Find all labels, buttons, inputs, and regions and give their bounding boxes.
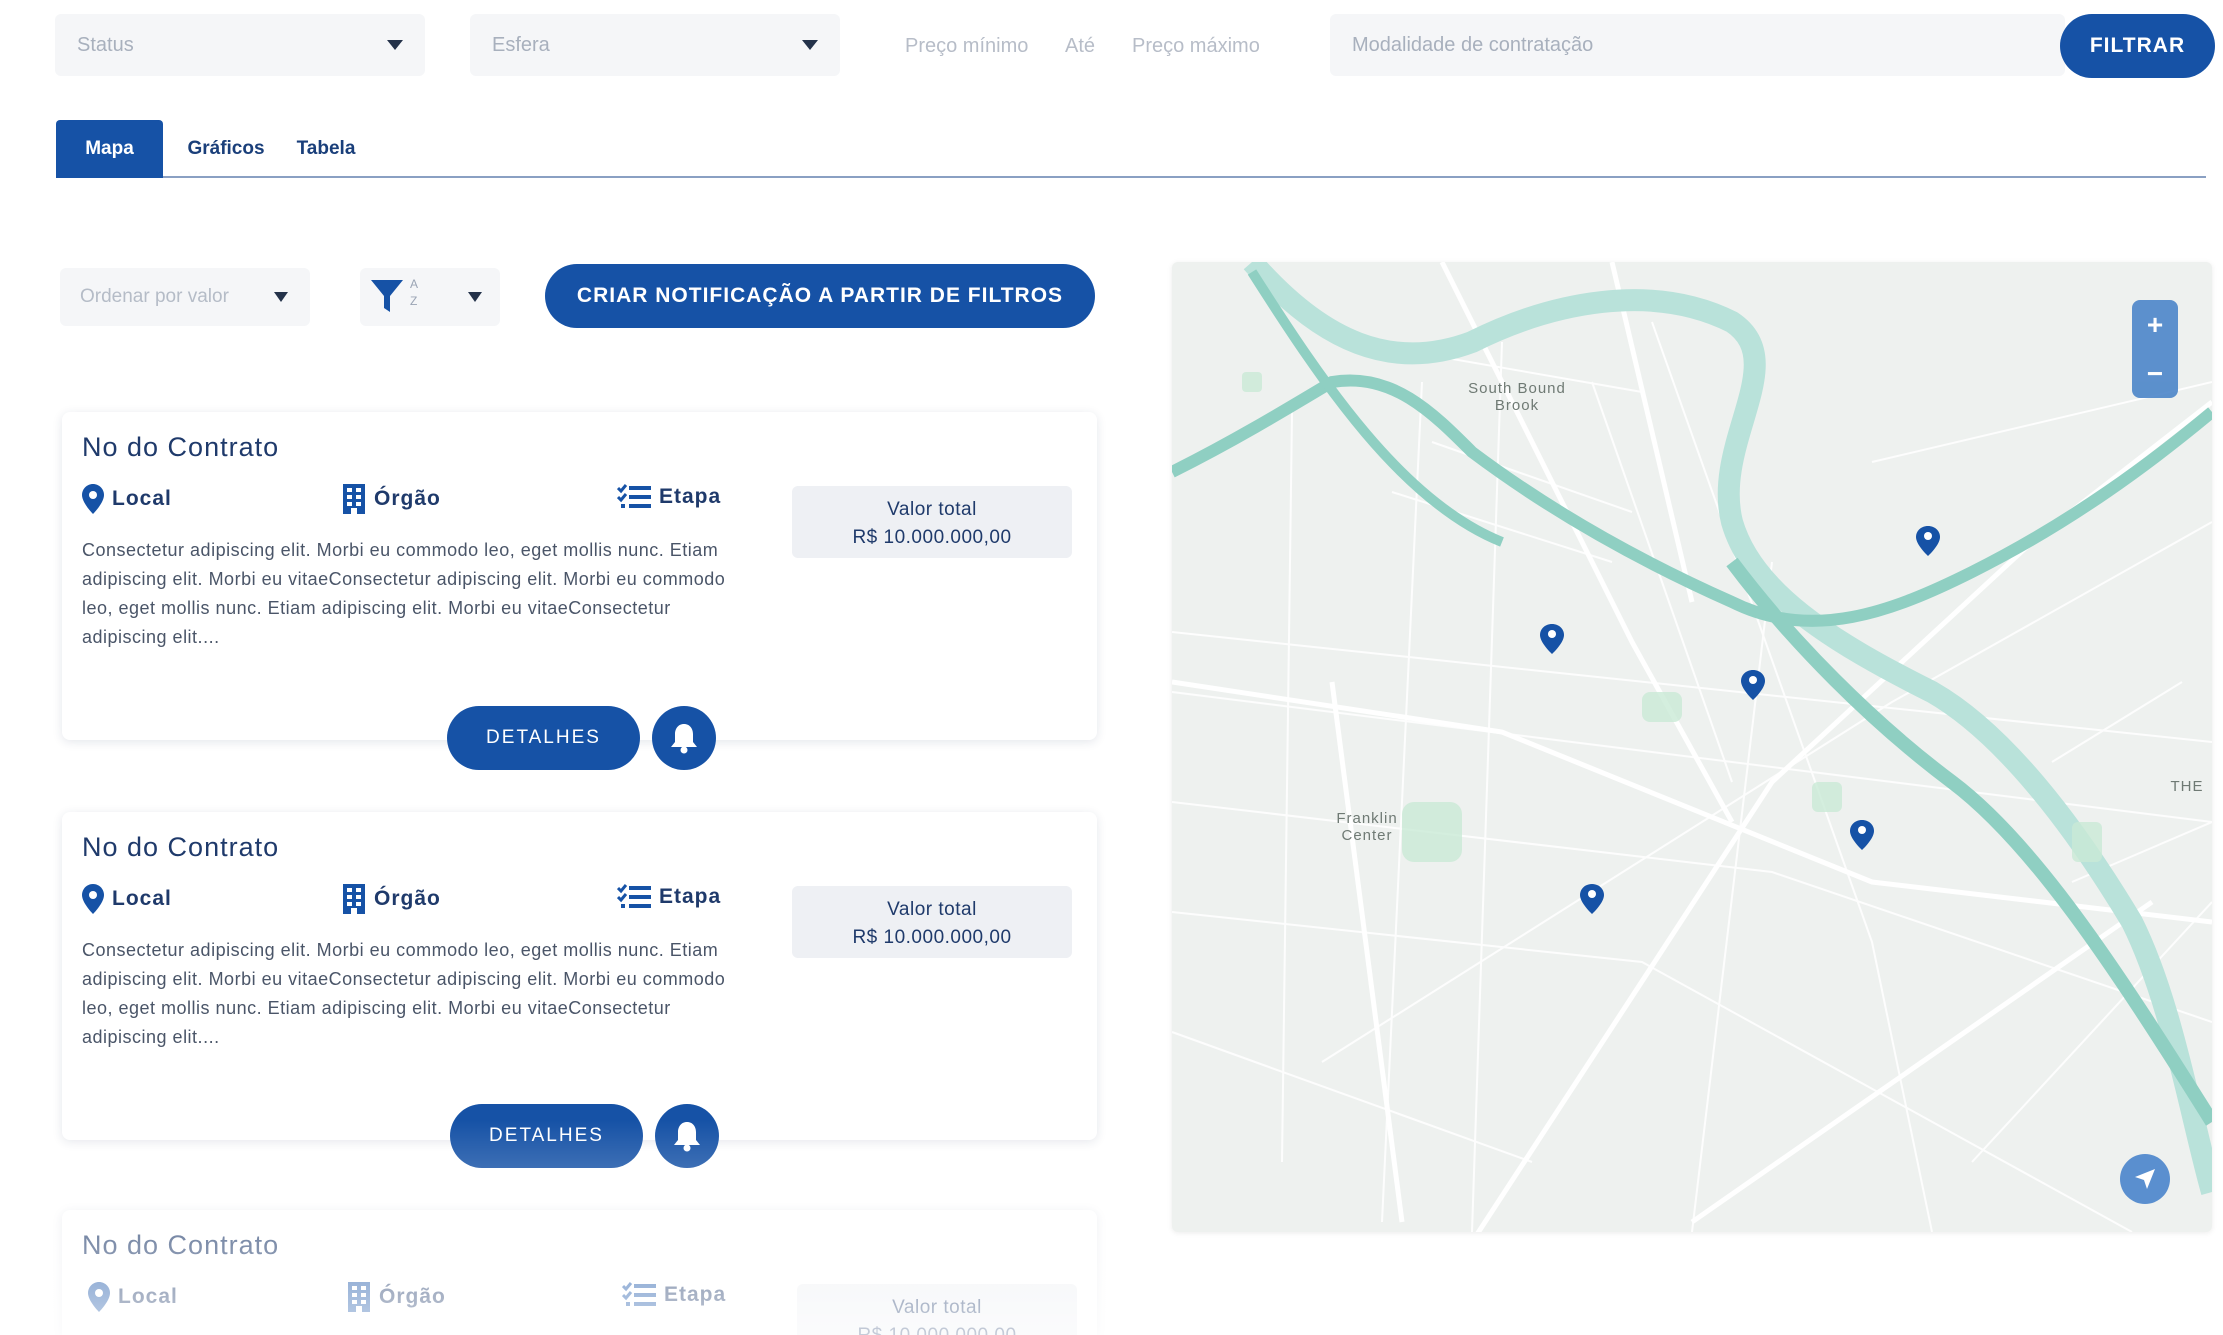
- zoom-out-button[interactable]: −: [2132, 349, 2178, 398]
- etapa-label: Etapa: [664, 1283, 727, 1306]
- sort-select[interactable]: Ordenar por valor: [60, 268, 310, 326]
- create-notification-button[interactable]: CRIAR NOTIFICAÇÃO A PARTIR DE FILTROS: [545, 264, 1095, 328]
- contract-card: No do Contrato Local Órgão Etapa Consect…: [62, 812, 1097, 1140]
- locate-me-button[interactable]: [2120, 1154, 2170, 1204]
- card-description: Consectetur adipiscing elit. Morbi eu co…: [82, 940, 726, 1047]
- valor-total-box: Valor total R$ 10.000.000,00: [792, 886, 1072, 958]
- orgao-label: Órgão: [379, 1285, 446, 1308]
- etapa-label: Etapa: [659, 885, 722, 908]
- status-select[interactable]: Status: [55, 14, 425, 76]
- detalhes-button[interactable]: DETALHES: [450, 1104, 643, 1168]
- etapa-field: Etapa: [622, 1282, 726, 1308]
- checklist-icon: [617, 884, 651, 908]
- map-label-the: THE: [2170, 778, 2204, 795]
- map-canvas: [1172, 262, 2212, 1232]
- orgao-field: Órgão: [342, 484, 441, 514]
- notification-bell-button[interactable]: [655, 1104, 719, 1168]
- etapa-label: Etapa: [659, 485, 722, 508]
- valor-amount: R$ 10.000.000,00: [797, 1322, 1077, 1335]
- card-title: No do Contrato: [82, 1230, 280, 1260]
- preco-maximo-input[interactable]: Preço máximo: [1132, 35, 1260, 58]
- zoom-control: + −: [2132, 300, 2178, 398]
- contract-card: No do Contrato Local Órgão Etapa Valor t…: [62, 1210, 1097, 1335]
- az-filter-select[interactable]: A Z: [360, 268, 500, 326]
- valor-label: Valor total: [892, 1297, 982, 1318]
- local-field: Local: [88, 1282, 178, 1312]
- orgao-field: Órgão: [347, 1282, 446, 1312]
- orgao-label: Órgão: [374, 487, 441, 510]
- zoom-in-button[interactable]: +: [2132, 300, 2178, 349]
- location-pin-icon: [82, 884, 104, 914]
- chevron-down-icon: [387, 40, 403, 50]
- card-description: Consectetur adipiscing elit. Morbi eu co…: [82, 540, 726, 647]
- filtrar-button[interactable]: FILTRAR: [2060, 14, 2215, 78]
- valor-label: Valor total: [887, 499, 977, 520]
- preco-minimo-input[interactable]: Preço mínimo: [905, 35, 1028, 58]
- bell-icon: [674, 1122, 700, 1152]
- orgao-label: Órgão: [374, 887, 441, 910]
- chevron-down-icon: [802, 40, 818, 50]
- az-top-letter: A: [410, 277, 419, 291]
- tab-graficos[interactable]: Gráficos: [176, 120, 276, 178]
- valor-total-box: Valor total R$ 10.000.000,00: [792, 486, 1072, 558]
- map-view[interactable]: South Bound Brook Franklin Center THE + …: [1172, 262, 2212, 1232]
- detalhes-button[interactable]: DETALHES: [447, 706, 640, 770]
- chevron-down-icon: [274, 292, 288, 302]
- valor-amount: R$ 10.000.000,00: [852, 527, 1012, 548]
- map-label-franklin-center: Franklin Center: [1336, 810, 1398, 844]
- sort-placeholder: Ordenar por valor: [80, 286, 229, 307]
- view-tabs: Mapa Gráficos Tabela: [56, 120, 2206, 178]
- building-icon: [343, 884, 365, 914]
- chevron-down-icon: [468, 292, 482, 302]
- ate-label: Até: [1065, 35, 1096, 57]
- etapa-field: Etapa: [617, 484, 721, 510]
- tab-tabela[interactable]: Tabela: [281, 120, 371, 178]
- local-label: Local: [112, 887, 172, 910]
- funnel-icon: [371, 280, 403, 312]
- card-title: No do Contrato: [82, 432, 280, 462]
- esfera-placeholder: Esfera: [492, 33, 550, 56]
- valor-label: Valor total: [887, 899, 977, 920]
- az-sort-icon: A Z: [410, 276, 418, 310]
- building-icon: [343, 484, 365, 514]
- filter-bar: Status Esfera Preço mínimo Até Preço máx…: [55, 14, 2215, 80]
- local-field: Local: [82, 884, 172, 914]
- map-label-south-bound-brook: South Bound Brook: [1468, 380, 1566, 414]
- valor-amount: R$ 10.000.000,00: [852, 927, 1012, 948]
- local-label: Local: [118, 1285, 178, 1308]
- location-pin-icon: [82, 484, 104, 514]
- contract-card: No do Contrato Local Órgão Etapa Consect…: [62, 412, 1097, 740]
- modalidade-placeholder: Modalidade de contratação: [1352, 33, 1594, 56]
- navigation-arrow-icon: [2135, 1169, 2155, 1189]
- orgao-field: Órgão: [342, 884, 441, 914]
- local-label: Local: [112, 487, 172, 510]
- modalidade-input[interactable]: Modalidade de contratação: [1330, 14, 2065, 76]
- bell-icon: [671, 724, 697, 754]
- status-placeholder: Status: [77, 33, 134, 56]
- valor-total-box: Valor total R$ 10.000.000,00: [797, 1284, 1077, 1335]
- card-title: No do Contrato: [82, 832, 280, 862]
- location-pin-icon: [88, 1282, 110, 1312]
- notification-bell-button[interactable]: [652, 706, 716, 770]
- az-bottom-letter: Z: [410, 294, 418, 308]
- tab-mapa[interactable]: Mapa: [56, 120, 163, 178]
- building-icon: [348, 1282, 370, 1312]
- esfera-select[interactable]: Esfera: [470, 14, 840, 76]
- checklist-icon: [622, 1282, 656, 1306]
- checklist-icon: [617, 484, 651, 508]
- local-field: Local: [82, 484, 172, 514]
- etapa-field: Etapa: [617, 884, 721, 910]
